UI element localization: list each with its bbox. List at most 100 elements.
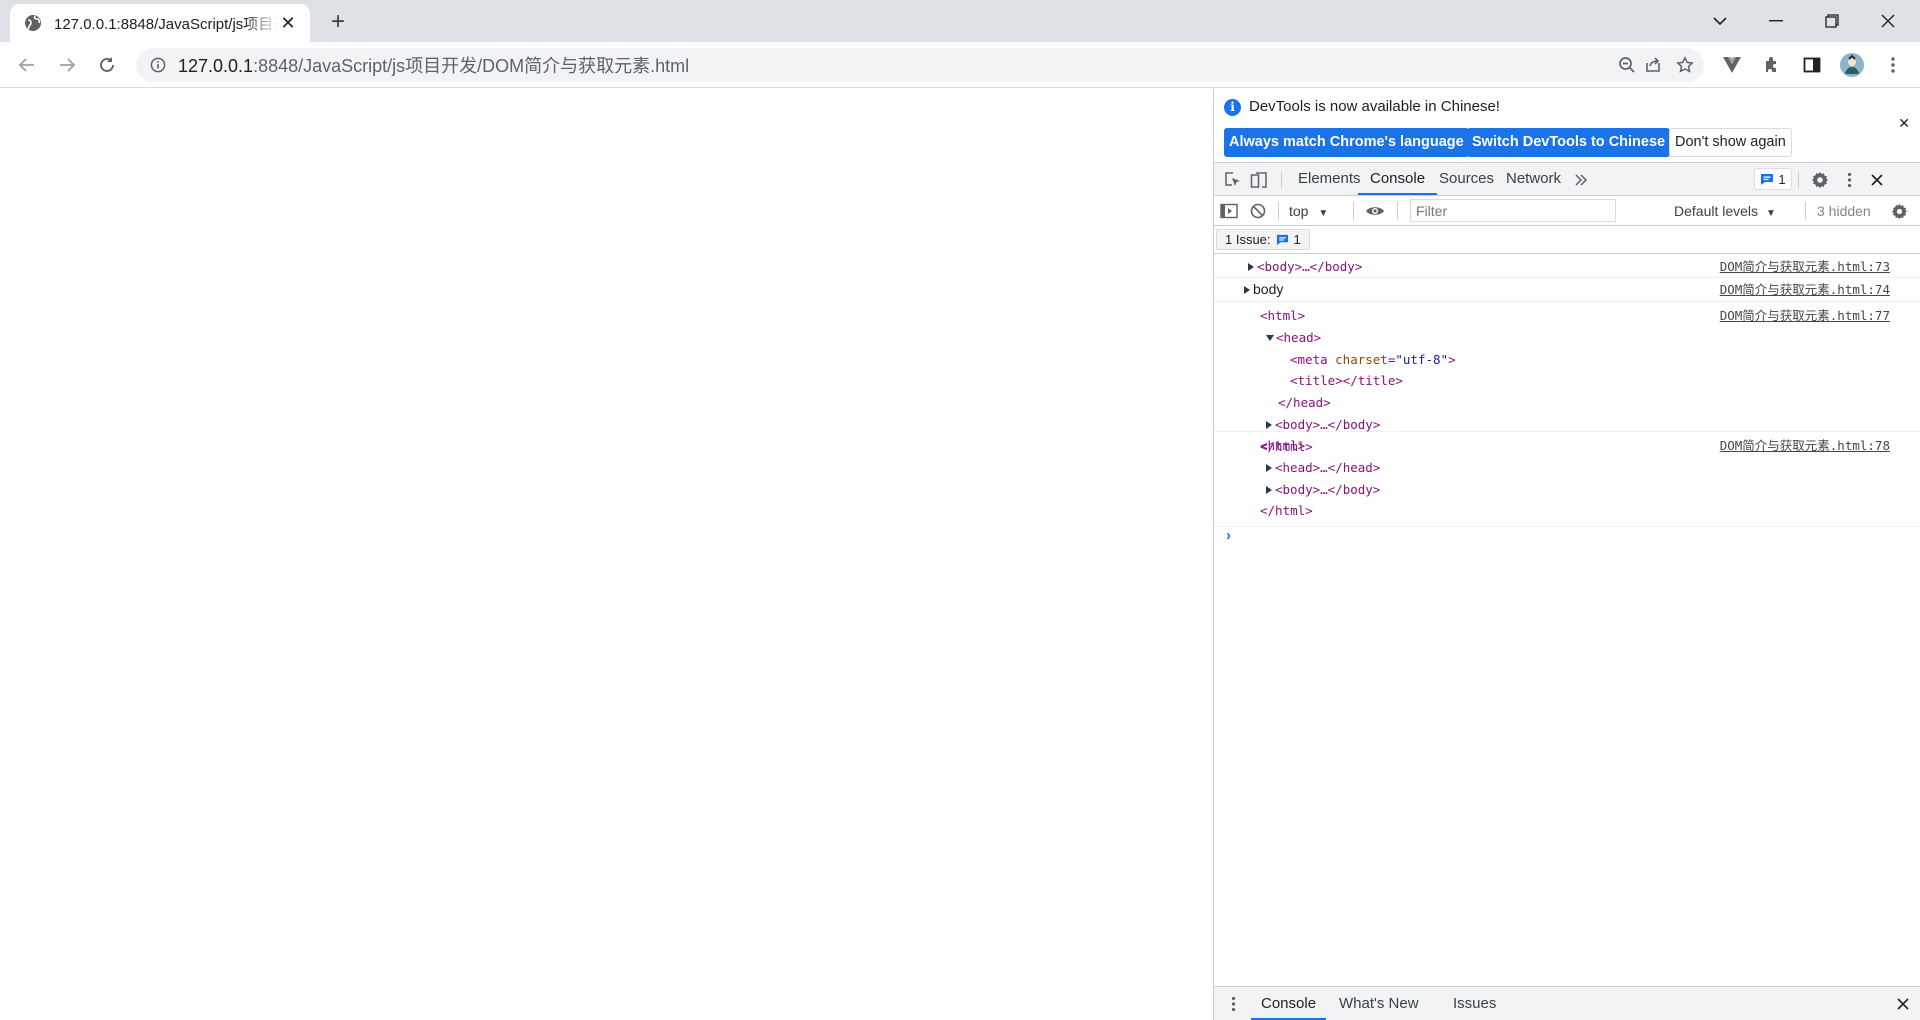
divider <box>1805 202 1806 220</box>
context-label: top <box>1289 203 1309 219</box>
divider <box>1278 202 1279 220</box>
url-path: :8848/JavaScript/js项目开发/DOM简介与获取元素.html <box>253 56 690 76</box>
back-icon[interactable] <box>12 50 42 80</box>
issues-counter[interactable]: 1 <box>1754 168 1792 190</box>
devtools-panel: i DevTools is now available in Chinese! … <box>1213 89 1920 1020</box>
extensions-icon[interactable] <box>1759 52 1785 78</box>
close-drawer-icon[interactable] <box>1892 993 1914 1015</box>
url-text: 127.0.0.1:8848/JavaScript/js项目开发/DOM简介与获… <box>178 52 689 78</box>
prompt-chevron-icon: › <box>1226 527 1231 544</box>
match-language-button[interactable]: Always match Chrome's language <box>1224 128 1469 157</box>
log-entry: <html> <head> <meta charset="utf-8"> <ti… <box>1214 302 1920 454</box>
console-prompt[interactable]: › <box>1214 527 1920 551</box>
tab-sources[interactable]: Sources <box>1439 163 1494 195</box>
issues-bar-count: 1 <box>1293 232 1301 247</box>
url-host: 127.0.0.1 <box>178 56 254 76</box>
issues-bar: 1 Issue: 1 <box>1214 226 1920 254</box>
sidebar-toggle-icon[interactable] <box>1218 200 1240 222</box>
zoom-icon[interactable] <box>1616 54 1638 76</box>
dont-show-again-button[interactable]: Don't show again <box>1669 128 1792 157</box>
issues-count: 1 <box>1778 171 1786 187</box>
console-log: <body>…</body> DOM简介与获取元素.html:73 body D… <box>1214 255 1920 551</box>
log-levels-label: Default levels <box>1674 203 1759 219</box>
device-toolbar-icon[interactable] <box>1248 169 1270 191</box>
drawer-tab-issues[interactable]: Issues <box>1453 987 1496 1020</box>
page-viewport[interactable] <box>0 89 1213 1020</box>
divider <box>1397 202 1398 220</box>
tab-network[interactable]: Network <box>1506 163 1561 195</box>
devtools-drawer: Console What's New Issues <box>1214 986 1920 1020</box>
log-source-link[interactable]: DOM简介与获取元素.html:78 <box>1720 435 1890 454</box>
issues-link[interactable]: 1 Issue: 1 <box>1216 229 1310 250</box>
browser-toolbar: 127.0.0.1:8848/JavaScript/js项目开发/DOM简介与获… <box>0 42 1920 88</box>
issues-label: 1 Issue: <box>1225 232 1271 247</box>
tab-elements[interactable]: Elements <box>1298 163 1361 195</box>
drawer-tab-console[interactable]: Console <box>1250 987 1327 1020</box>
expand-triangle-icon[interactable] <box>1244 286 1250 294</box>
log-body-collapsed[interactable]: <body>…</body> <box>1214 479 1920 501</box>
language-infobar: i DevTools is now available in Chinese! … <box>1214 89 1920 163</box>
log-object-label: body <box>1253 281 1284 297</box>
live-expression-eye-icon[interactable] <box>1364 200 1386 222</box>
console-toolbar: top ▼ Default levels ▼ 3 hidden <box>1214 196 1920 226</box>
log-entry: <body>…</body> DOM简介与获取元素.html:73 <box>1214 255 1920 278</box>
tab-close-icon[interactable]: ✕ <box>278 13 298 33</box>
info-icon: i <box>1224 99 1241 116</box>
reload-icon[interactable] <box>92 50 122 80</box>
log-source-link[interactable]: DOM简介与获取元素.html:77 <box>1720 305 1890 324</box>
tab-search-icon[interactable] <box>1692 0 1748 42</box>
expand-triangle-icon[interactable] <box>1248 263 1254 271</box>
log-entry: body DOM简介与获取元素.html:74 <box>1214 278 1920 302</box>
log-head-collapsed[interactable]: <head>…</head> <box>1214 457 1920 479</box>
tab-title: 127.0.0.1:8848/JavaScript/js项目开发/DOM简介与获… <box>54 15 278 33</box>
switch-to-chinese-button[interactable]: Switch DevTools to Chinese <box>1467 128 1671 157</box>
address-bar[interactable]: 127.0.0.1:8848/JavaScript/js项目开发/DOM简介与获… <box>136 48 1704 82</box>
log-levels-dropdown[interactable]: Default levels ▼ <box>1674 196 1776 226</box>
collapse-triangle-icon[interactable] <box>1266 334 1274 341</box>
drawer-menu-icon[interactable] <box>1222 993 1244 1015</box>
minimize-icon[interactable] <box>1748 0 1804 42</box>
inspect-element-icon[interactable] <box>1222 169 1244 191</box>
share-icon[interactable] <box>1642 54 1664 76</box>
browser-tab[interactable]: 127.0.0.1:8848/JavaScript/js项目开发/DOM简介与获… <box>10 4 310 42</box>
divider <box>1798 171 1799 189</box>
more-tabs-icon[interactable] <box>1570 169 1592 191</box>
close-devtools-icon[interactable] <box>1866 169 1888 191</box>
divider <box>1353 202 1354 220</box>
drawer-tab-whats-new[interactable]: What's New <box>1339 987 1419 1020</box>
log-head-expanded[interactable]: <head> <box>1214 327 1920 349</box>
vue-devtools-icon[interactable] <box>1719 52 1745 78</box>
clear-console-icon[interactable] <box>1247 200 1269 222</box>
chrome-menu-icon[interactable] <box>1880 52 1906 78</box>
infobar-message: DevTools is now available in Chinese! <box>1249 98 1500 115</box>
log-source-link[interactable]: DOM简介与获取元素.html:74 <box>1720 279 1890 298</box>
side-panel-icon[interactable] <box>1799 52 1825 78</box>
context-selector[interactable]: top ▼ <box>1289 196 1328 226</box>
settings-gear-icon[interactable] <box>1809 169 1831 191</box>
console-settings-gear-icon[interactable] <box>1888 200 1910 222</box>
message-icon <box>1276 234 1288 245</box>
infobar-close-icon[interactable]: ✕ <box>1898 115 1910 132</box>
new-tab-button[interactable]: + <box>324 9 352 37</box>
customize-menu-icon[interactable] <box>1838 169 1860 191</box>
divider <box>1281 171 1282 189</box>
expand-triangle-icon[interactable] <box>1266 463 1272 472</box>
site-info-icon[interactable] <box>150 57 166 73</box>
log-source-link[interactable]: DOM简介与获取元素.html:73 <box>1720 256 1890 275</box>
restore-icon[interactable] <box>1804 0 1860 42</box>
tab-console[interactable]: Console <box>1357 163 1438 195</box>
tab-strip: 127.0.0.1:8848/JavaScript/js项目开发/DOM简介与获… <box>0 0 1920 42</box>
close-window-icon[interactable] <box>1860 0 1916 42</box>
log-entry: <html> <head>…</head> <body>…</body> </h… <box>1214 432 1920 527</box>
message-icon <box>1761 173 1774 185</box>
dropdown-arrow-icon: ▼ <box>1765 208 1776 219</box>
hidden-messages-count: 3 hidden <box>1817 203 1871 219</box>
devtools-tabbar: Elements Console Sources Network 1 <box>1214 163 1920 196</box>
expand-triangle-icon[interactable] <box>1266 485 1272 494</box>
console-filter-input[interactable] <box>1410 199 1616 222</box>
forward-icon[interactable] <box>52 50 82 80</box>
avatar[interactable] <box>1839 52 1865 78</box>
globe-icon <box>24 14 42 32</box>
bookmark-star-icon[interactable] <box>1674 54 1696 76</box>
expand-triangle-icon[interactable] <box>1266 420 1272 429</box>
